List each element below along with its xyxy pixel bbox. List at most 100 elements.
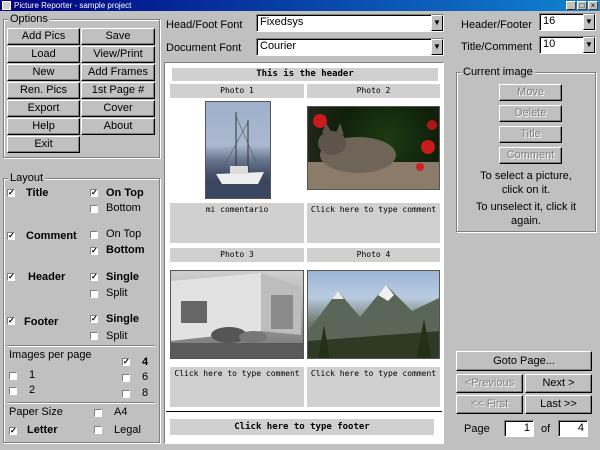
- preview-header[interactable]: This is the header: [172, 68, 438, 81]
- images-per-page-label: Images per page: [9, 349, 92, 361]
- window-title: Picture Reporter - sample project: [14, 1, 132, 10]
- chevron-down-icon[interactable]: ▼: [583, 37, 595, 53]
- photo-3-title[interactable]: Photo 3: [170, 248, 304, 262]
- move-button[interactable]: Move: [499, 84, 562, 101]
- photo-4-comment[interactable]: Click here to type comment: [307, 367, 440, 407]
- preview-footer[interactable]: Click here to type footer: [170, 419, 434, 435]
- save-button[interactable]: Save: [81, 28, 155, 45]
- photo-3-comment[interactable]: Click here to type comment: [170, 367, 304, 407]
- exit-button[interactable]: Exit: [7, 136, 80, 153]
- header-single-checkbox[interactable]: ✓: [90, 273, 98, 281]
- head-foot-font-select[interactable]: Fixedsys ▼: [256, 14, 444, 32]
- close-button[interactable]: ×: [588, 1, 598, 10]
- header-footer-size-label: Header/Footer: [461, 19, 532, 31]
- photo-4-title[interactable]: Photo 4: [307, 248, 440, 262]
- page-number-input[interactable]: 1: [504, 420, 534, 437]
- header-split-checkbox[interactable]: [90, 290, 98, 298]
- title-comment-size-select[interactable]: 10 ▼: [539, 36, 596, 54]
- chevron-down-icon[interactable]: ▼: [583, 14, 595, 30]
- ipp-1-checkbox[interactable]: [9, 372, 17, 380]
- minimize-button[interactable]: _: [566, 1, 576, 10]
- photo-1-image[interactable]: [205, 101, 271, 199]
- ipp-4-checkbox[interactable]: ✓: [122, 358, 130, 366]
- chevron-down-icon[interactable]: ▼: [431, 15, 443, 31]
- paper-size-label: Paper Size: [9, 406, 63, 418]
- add-frames-button[interactable]: Add Frames: [81, 64, 155, 81]
- new-button[interactable]: New: [7, 64, 80, 81]
- cover-button[interactable]: Cover: [81, 100, 155, 117]
- comment-bottom-label: Bottom: [106, 244, 145, 256]
- options-group-title: Options: [8, 13, 50, 25]
- export-button[interactable]: Export: [7, 100, 80, 117]
- delete-button[interactable]: Delete: [499, 105, 562, 122]
- footer-checkbox[interactable]: ✓: [7, 317, 15, 325]
- photo-3-image[interactable]: [170, 270, 304, 359]
- photo-2-title[interactable]: Photo 2: [307, 84, 440, 98]
- rename-pics-button[interactable]: Ren. Pics: [7, 82, 80, 99]
- header-footer-size-select[interactable]: 16 ▼: [539, 13, 596, 31]
- chevron-down-icon[interactable]: ▼: [431, 39, 443, 55]
- next-button[interactable]: Next >: [525, 374, 592, 393]
- paper-legal-checkbox[interactable]: [94, 426, 102, 434]
- photo-1-title[interactable]: Photo 1: [170, 84, 304, 98]
- layout-group-title: Layout: [8, 172, 46, 184]
- paper-legal-label: Legal: [114, 424, 141, 436]
- view-print-button[interactable]: View/Print: [81, 46, 155, 63]
- ipp-6-checkbox[interactable]: [122, 374, 130, 382]
- comment-checkbox[interactable]: ✓: [7, 232, 15, 240]
- current-image-group-title: Current image: [461, 66, 535, 78]
- page-preview: This is the header Photo 1 mi comentario…: [164, 62, 444, 444]
- paper-letter-label: Letter: [27, 424, 58, 436]
- mountain-image: [308, 285, 439, 358]
- title-bar: Picture Reporter - sample project _ □ ×: [0, 0, 600, 11]
- document-font-value: Courier: [260, 40, 297, 52]
- ipp-2-checkbox[interactable]: [9, 387, 17, 395]
- footer-split-label: Split: [106, 330, 128, 342]
- photo-2-comment[interactable]: Click here to type comment: [307, 203, 440, 243]
- comment-bottom-checkbox[interactable]: ✓: [90, 247, 98, 255]
- title-bottom-label: Bottom: [106, 202, 141, 214]
- document-font-label: Document Font: [166, 42, 242, 54]
- about-button[interactable]: About: [81, 118, 155, 135]
- layout-separator: [7, 345, 155, 347]
- photo-1-comment[interactable]: mi comentario: [170, 203, 304, 243]
- header-split-label: Split: [106, 287, 128, 299]
- ipp-8-label: 8: [142, 387, 149, 399]
- select-instructions: To select a picture, click on it.: [480, 170, 572, 196]
- title-bottom-checkbox[interactable]: [90, 205, 98, 213]
- photo-2-image[interactable]: [307, 106, 440, 190]
- paper-a4-checkbox[interactable]: [94, 409, 102, 417]
- ipp-2-label: 2: [29, 384, 36, 396]
- paper-letter-checkbox[interactable]: ✓: [9, 427, 17, 435]
- header-footer-size-value: 16: [543, 15, 556, 27]
- add-pics-button[interactable]: Add Pics: [7, 28, 80, 45]
- goto-page-button[interactable]: Goto Page...: [456, 351, 592, 371]
- last-button[interactable]: Last >>: [525, 395, 592, 414]
- title-comment-size-label: Title/Comment: [461, 41, 533, 53]
- first-page-number-button[interactable]: 1st Page #: [81, 82, 155, 99]
- title-checkbox[interactable]: ✓: [7, 189, 15, 197]
- maximize-button[interactable]: □: [577, 1, 587, 10]
- comment-button[interactable]: Comment: [499, 147, 562, 164]
- previous-button[interactable]: <Previous: [456, 374, 523, 393]
- boat-image: [206, 112, 270, 198]
- document-font-select[interactable]: Courier ▼: [256, 38, 444, 56]
- ipp-8-checkbox[interactable]: [122, 390, 130, 398]
- page-total-field: 4: [558, 420, 588, 437]
- cat-image: [308, 114, 439, 189]
- title-on-top-checkbox[interactable]: ✓: [90, 189, 98, 197]
- header-checkbox[interactable]: ✓: [7, 273, 15, 281]
- load-button[interactable]: Load: [7, 46, 80, 63]
- photo-4-image[interactable]: [307, 270, 440, 359]
- first-button[interactable]: << First: [456, 395, 523, 414]
- footer-single-label: Single: [106, 313, 140, 325]
- paper-separator: [7, 402, 155, 404]
- page-label: Page: [464, 423, 490, 435]
- footer-split-checkbox[interactable]: [90, 332, 98, 340]
- header-label: Header: [28, 271, 66, 283]
- help-button[interactable]: Help: [7, 118, 80, 135]
- comment-on-top-checkbox[interactable]: [90, 231, 98, 239]
- title-button[interactable]: Title: [499, 126, 562, 143]
- footer-single-checkbox[interactable]: ✓: [90, 315, 98, 323]
- title-comment-size-value: 10: [543, 38, 556, 50]
